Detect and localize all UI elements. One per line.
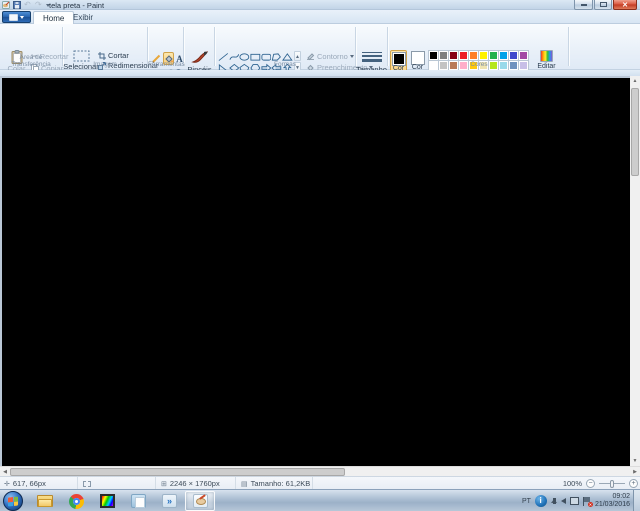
palette-swatch[interactable] (469, 51, 478, 60)
quick-access-toolbar: ↶ ↷ (2, 1, 50, 9)
paint-menu-button[interactable] (2, 11, 31, 23)
system-tray: PT ✕ 09:02 21/03/2016 (522, 490, 630, 511)
crop-icon (98, 52, 106, 60)
outline-dropdown-icon (350, 55, 354, 58)
close-button[interactable]: ✕ (613, 0, 637, 10)
palette-swatch[interactable] (439, 51, 448, 60)
title-bar: ↶ ↷ tela preta - Paint ✕ (0, 0, 640, 10)
shapes-scroll-up[interactable]: ▲ (294, 51, 301, 61)
paint-canvas[interactable] (2, 78, 630, 466)
spectrum-viewer-icon (100, 494, 115, 508)
cursor-position-icon: ✛ (4, 480, 10, 488)
palette-swatch[interactable] (519, 51, 528, 60)
shape-outline-button[interactable]: Contorno (306, 52, 354, 61)
chrome-icon (69, 494, 84, 509)
taskbar-explorer-button[interactable] (30, 491, 60, 511)
taskbar-chrome-button[interactable] (61, 491, 91, 511)
palette-swatch[interactable] (489, 51, 498, 60)
size-lines-icon (362, 51, 382, 65)
file-size-value: Tamanho: 61,2KB (251, 479, 311, 488)
ribbon: Colar ✂ Recortar Copiar Área de Transfer… (0, 24, 640, 70)
image-size-value: 2246 × 1760px (170, 479, 220, 488)
paint-app-icon (2, 1, 10, 9)
palette-swatch[interactable] (509, 51, 518, 60)
scroll-down-arrow[interactable]: ▼ (630, 456, 640, 466)
colors-group-label: Cores (427, 61, 531, 68)
paint-taskbar-icon (193, 494, 208, 508)
zoom-in-button[interactable]: + (629, 479, 638, 488)
show-desktop-button[interactable] (633, 490, 640, 511)
minimize-button[interactable] (574, 0, 593, 10)
undo-icon[interactable]: ↶ (24, 1, 32, 9)
zoom-out-button[interactable]: − (586, 479, 595, 488)
image-group-label: Imagem (63, 61, 147, 68)
clipboard-group-label: Área de Transferência (0, 54, 62, 68)
palette-swatch[interactable] (449, 51, 458, 60)
palette-swatch[interactable] (479, 51, 488, 60)
windows-flag-icon (8, 496, 18, 506)
notes-app-icon (131, 494, 146, 508)
taskbar-spectrum-button[interactable] (92, 491, 122, 511)
tab-exibir[interactable]: Exibir (64, 11, 102, 24)
explorer-icon (37, 495, 53, 507)
network-icon[interactable] (570, 497, 579, 505)
language-indicator[interactable]: PT (522, 498, 531, 505)
outline-icon (306, 53, 315, 61)
start-button[interactable] (3, 491, 23, 511)
scroll-up-arrow[interactable]: ▲ (630, 76, 640, 86)
taskbar-paint-button[interactable] (185, 491, 215, 511)
paint-window: ↶ ↷ tela preta - Paint ✕ Home Exibir Col… (0, 0, 640, 511)
palette-swatch[interactable] (499, 51, 508, 60)
image-size-icon: ⊞ (161, 480, 167, 488)
brush-icon (191, 50, 209, 65)
horizontal-scroll-thumb[interactable] (10, 468, 345, 476)
crop-button[interactable]: Cortar (98, 51, 129, 60)
palette-swatch[interactable] (459, 51, 468, 60)
taskbar: » PT ✕ 09:02 21/03/2016 (0, 489, 640, 511)
file-size-icon: ▤ (241, 480, 248, 488)
clock-time: 09:02 (612, 493, 630, 500)
zoom-slider[interactable] (599, 483, 625, 484)
ribbon-tab-row: Home Exibir (0, 10, 640, 24)
zoom-level: 100% (563, 479, 582, 488)
cursor-position-value: 617, 66px (13, 479, 46, 488)
taskbar-notes-button[interactable] (123, 491, 153, 511)
save-icon[interactable] (13, 1, 21, 9)
action-center-flag-icon[interactable]: ✕ (583, 497, 591, 506)
horizontal-scrollbar[interactable]: ◀ ▶ (0, 466, 640, 476)
edit-colors-icon (540, 50, 553, 62)
shapes-group-label: Formas (215, 61, 355, 68)
workspace (0, 76, 630, 466)
clock-date: 21/03/2016 (595, 501, 630, 508)
palette-swatch[interactable] (429, 51, 438, 60)
vertical-scroll-thumb[interactable] (631, 88, 639, 176)
color1-swatch (393, 53, 405, 65)
tools-group-label: Ferramentas (148, 61, 183, 68)
status-bar: ✛ 617, 66px ⊞ 2246 × 1760px ▤ Tamanho: 6… (0, 476, 640, 489)
maximize-button[interactable] (594, 0, 612, 10)
taskbar-clock[interactable]: 09:02 21/03/2016 (595, 493, 630, 509)
window-title: tela preta - Paint (49, 1, 104, 10)
selection-size-icon (83, 481, 91, 487)
taskbar-photo-viewer-button[interactable]: » (154, 491, 184, 511)
zoom-slider-thumb[interactable] (610, 480, 614, 488)
color2-swatch (412, 52, 424, 64)
vertical-scrollbar[interactable]: ▲ ▼ (630, 76, 640, 466)
redo-icon[interactable]: ↷ (35, 1, 43, 9)
volume-icon[interactable] (561, 498, 566, 504)
warsaw-icon[interactable] (535, 495, 547, 507)
photo-viewer-icon: » (162, 494, 177, 508)
